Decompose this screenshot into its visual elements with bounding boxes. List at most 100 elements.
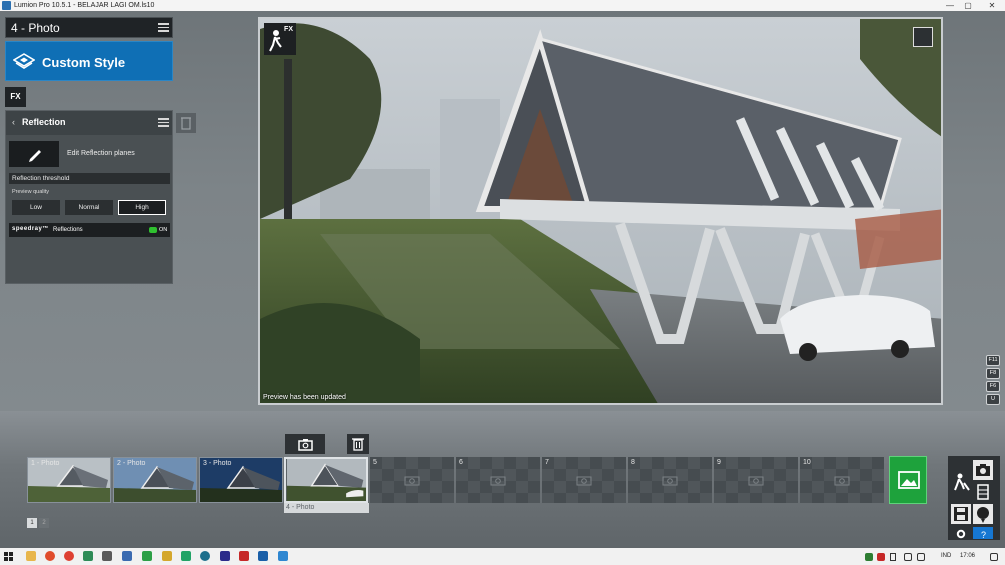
svg-text:?: ? — [981, 530, 986, 540]
globe-pin-icon — [977, 507, 989, 523]
battery-icon — [890, 553, 896, 561]
minimize-button[interactable]: — — [940, 0, 960, 11]
photo-thumbnail — [286, 459, 366, 501]
file-explorer-icon[interactable] — [26, 551, 36, 561]
effect-menu-icon[interactable] — [158, 118, 169, 127]
app-icon[interactable] — [200, 551, 210, 561]
excel-icon[interactable] — [142, 551, 152, 561]
film-icon — [977, 484, 989, 500]
quality-normal-button[interactable]: Normal — [65, 200, 113, 215]
tray-icon[interactable] — [865, 553, 873, 561]
photo-slot-4[interactable] — [284, 457, 368, 503]
settings-button[interactable] — [951, 527, 971, 539]
camera-icon — [662, 476, 678, 486]
photo-slot-5[interactable]: 5 — [370, 457, 454, 503]
slot-label: 8 — [631, 459, 635, 466]
app-icon[interactable] — [162, 551, 172, 561]
f11-button[interactable]: F11 — [986, 355, 1000, 366]
preview-quality-label: Preview quality — [12, 189, 49, 195]
app-icon[interactable] — [239, 551, 249, 561]
scene-render-image — [260, 19, 941, 403]
delete-photo-button[interactable] — [347, 434, 369, 454]
premiere-icon[interactable] — [220, 551, 230, 561]
render-viewport[interactable]: FX Preview has been updated — [258, 17, 943, 405]
page-button-1[interactable]: 1 — [27, 518, 37, 528]
page-button-2[interactable]: 2 — [39, 518, 49, 528]
camera-icon — [576, 476, 592, 486]
camera-icon — [748, 476, 764, 486]
camera-icon — [976, 464, 990, 476]
close-button[interactable]: ✕ — [982, 0, 1002, 11]
floppy-disk-icon — [954, 507, 968, 521]
render-photo-button[interactable] — [889, 456, 927, 504]
volume-icon[interactable] — [917, 553, 925, 561]
save-camera-view-button[interactable] — [285, 434, 325, 454]
photo-slot-9[interactable]: 9 — [714, 457, 798, 503]
question-mark-icon: ? — [981, 530, 986, 540]
firefox-icon[interactable] — [45, 551, 55, 561]
viewport-fx-button[interactable]: FX — [264, 23, 296, 55]
quality-high-button[interactable]: High — [118, 200, 166, 215]
clock[interactable]: 17:06 — [960, 553, 975, 559]
camtasia-icon[interactable] — [181, 551, 191, 561]
mode-menu-icon[interactable] — [158, 23, 169, 32]
reflections-toggle[interactable] — [149, 227, 157, 233]
photo-slot-10[interactable]: 10 — [800, 457, 884, 503]
camera-icon — [834, 476, 850, 486]
preview-status-text: Preview has been updated — [263, 394, 346, 401]
custom-style-button[interactable]: Custom Style — [5, 41, 173, 81]
camera-icon — [404, 476, 420, 486]
photo-slot-3[interactable]: 3 - Photo — [199, 457, 283, 503]
f8-button[interactable]: F8 — [986, 368, 1000, 379]
quality-low-button[interactable]: Low — [12, 200, 60, 215]
panorama-mode-button[interactable] — [973, 504, 993, 524]
lumion-taskbar-icon[interactable] — [278, 551, 288, 561]
active-slot-caption: 4 - Photo — [284, 503, 369, 513]
effect-panel-reflection: ‹ Reflection Edit Reflection planes Refl… — [5, 110, 173, 284]
effect-panel-header: ‹ Reflection — [6, 111, 172, 135]
build-mode-button[interactable] — [951, 471, 971, 491]
chrome-icon[interactable] — [64, 551, 74, 561]
camera-icon — [490, 476, 506, 486]
reflection-threshold-slider[interactable]: Reflection threshold — [9, 173, 170, 184]
notifications-icon[interactable] — [990, 553, 998, 561]
lumion-app-icon — [2, 1, 11, 10]
reflections-label: Reflections — [53, 227, 83, 233]
maximize-button[interactable]: ▢ — [958, 0, 978, 11]
effect-title: Reflection — [22, 117, 66, 127]
back-chevron-icon[interactable]: ‹ — [12, 117, 15, 127]
photo-slot-1[interactable]: 1 - Photo — [27, 457, 111, 503]
slot-label: 5 — [373, 459, 377, 466]
slot-label: 9 — [717, 459, 721, 466]
notepad-icon[interactable] — [83, 551, 93, 561]
photo-slot-2[interactable]: 2 - Photo — [113, 457, 197, 503]
slot-label: 3 - Photo — [203, 460, 232, 467]
help-button[interactable]: ? — [973, 527, 993, 540]
edit-reflection-planes-label: Edit Reflection planes — [67, 150, 135, 157]
movie-mode-button[interactable] — [973, 482, 993, 502]
app-icon[interactable] — [122, 551, 132, 561]
windows-start-icon[interactable] — [4, 552, 13, 561]
fx-button[interactable]: FX — [5, 87, 26, 107]
photo-mode-button[interactable] — [973, 460, 993, 480]
app-icon[interactable] — [258, 551, 268, 561]
delete-effect-icon[interactable] — [176, 113, 196, 133]
u-button[interactable]: U — [986, 394, 1000, 405]
picture-icon — [898, 471, 920, 489]
app-icon[interactable] — [102, 551, 112, 561]
custom-style-label: Custom Style — [42, 55, 126, 70]
photo-slot-8[interactable]: 8 — [628, 457, 712, 503]
f6-button[interactable]: F6 — [986, 381, 1000, 392]
photo-slot-6[interactable]: 6 — [456, 457, 540, 503]
viewport-camera-preview-icon[interactable] — [913, 27, 933, 47]
save-button[interactable] — [951, 504, 971, 524]
slot-label: 7 — [545, 459, 549, 466]
edit-reflection-planes-button[interactable] — [9, 141, 59, 167]
network-icon[interactable] — [904, 553, 912, 561]
tray-icon[interactable] — [877, 553, 885, 561]
input-language[interactable]: IND — [941, 553, 951, 559]
construction-worker-icon — [954, 473, 970, 491]
photo-slot-7[interactable]: 7 — [542, 457, 626, 503]
walking-figure-icon — [269, 30, 282, 52]
slot-label: 6 — [459, 459, 463, 466]
